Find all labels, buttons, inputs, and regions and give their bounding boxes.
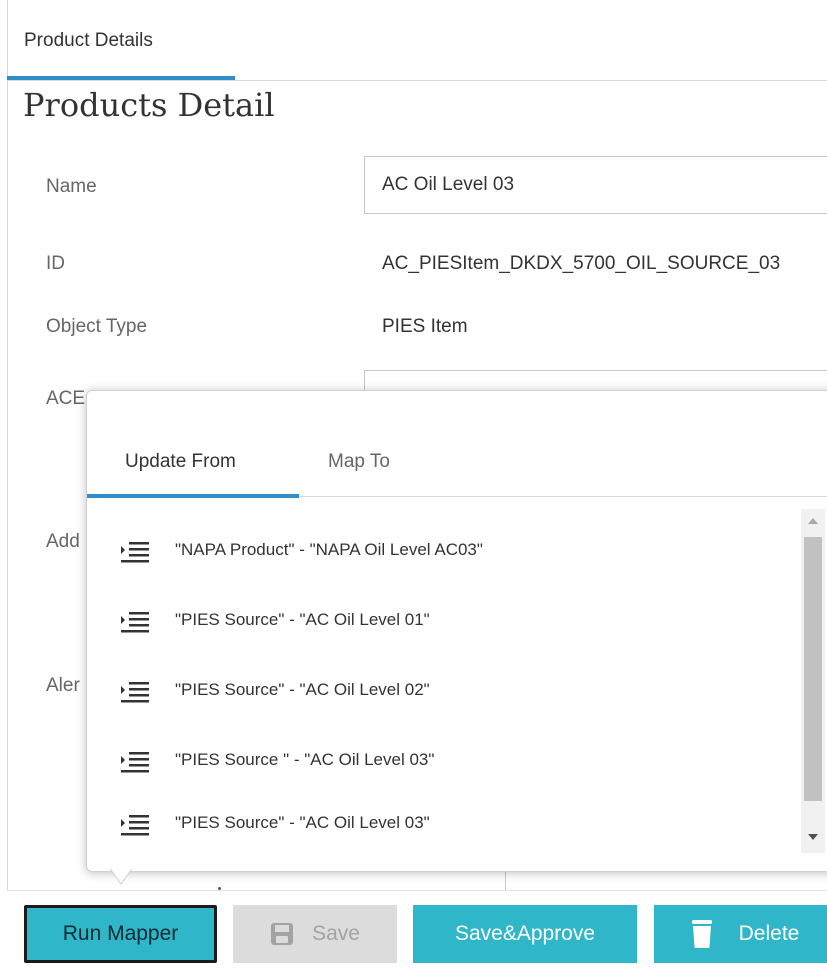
indent-list-icon	[121, 682, 149, 703]
tab-bar: Product Details	[7, 0, 827, 81]
name-field[interactable]: AC Oil Level 03	[364, 156, 827, 214]
scroll-down-arrow-icon[interactable]	[803, 827, 823, 847]
list-item[interactable]: "PIES Source" - "AC Oil Level 03"	[119, 809, 779, 839]
add-label: Add	[46, 531, 80, 552]
id-label: ID	[46, 253, 65, 274]
list-item-label: "PIES Source" - "AC Oil Level 03"	[175, 813, 430, 832]
run-mapper-button[interactable]: Run Mapper	[24, 905, 217, 963]
run-mapper-label: Run Mapper	[62, 922, 179, 945]
indent-list-icon	[121, 612, 149, 633]
tab-map-to[interactable]: Map To	[328, 451, 390, 473]
active-tab-indicator	[7, 76, 235, 80]
save-label: Save	[312, 922, 360, 945]
save-button[interactable]: Save	[233, 905, 397, 963]
delete-label: Delete	[738, 922, 800, 945]
run-mapper-popup: Update From Map To "NAPA Product" - "NAP…	[86, 390, 827, 872]
list-item[interactable]: "PIES Source" - "AC Oil Level 02"	[119, 676, 779, 706]
alert-label: Aler	[46, 675, 80, 696]
popup-pointer	[108, 866, 134, 885]
indent-list-icon	[121, 815, 149, 836]
trash-icon	[691, 920, 712, 948]
indent-list-icon	[121, 542, 149, 563]
tab-update-from[interactable]: Update From	[125, 451, 236, 473]
object-type-label: Object Type	[46, 316, 148, 337]
list-item-label: "PIES Source" - "AC Oil Level 01"	[175, 610, 430, 629]
delete-button[interactable]: Delete	[654, 905, 827, 963]
page-title: Products Detail	[23, 86, 275, 124]
list-item[interactable]: "PIES Source " - "AC Oil Level 03"	[119, 746, 779, 776]
indent-list-icon	[121, 752, 149, 773]
name-label: Name	[46, 176, 97, 197]
popup-active-tab-indicator	[87, 494, 299, 498]
scrollbar-thumb[interactable]	[804, 537, 822, 801]
list-item-label: "NAPA Product" - "NAPA Oil Level AC03"	[175, 540, 483, 559]
save-approve-button[interactable]: Save&Approve	[413, 905, 637, 963]
ace-label: ACE	[46, 388, 86, 409]
list-item[interactable]: "PIES Source" - "AC Oil Level 01"	[119, 606, 779, 636]
scroll-up-arrow-icon[interactable]	[803, 511, 823, 531]
save-approve-label: Save&Approve	[454, 922, 596, 945]
floppy-disk-icon	[271, 923, 294, 945]
separator-dot	[218, 887, 221, 890]
object-type-value: PIES Item	[382, 316, 468, 337]
name-field-value: AC Oil Level 03	[382, 174, 515, 195]
tab-product-details[interactable]: Product Details	[24, 30, 153, 52]
list-item[interactable]: "NAPA Product" - "NAPA Oil Level AC03"	[119, 536, 779, 566]
list-item-label: "PIES Source" - "AC Oil Level 02"	[175, 680, 430, 699]
id-value: AC_PIESItem_DKDX_5700_OIL_SOURCE_03	[382, 253, 781, 274]
list-item-label: "PIES Source " - "AC Oil Level 03"	[175, 750, 435, 769]
